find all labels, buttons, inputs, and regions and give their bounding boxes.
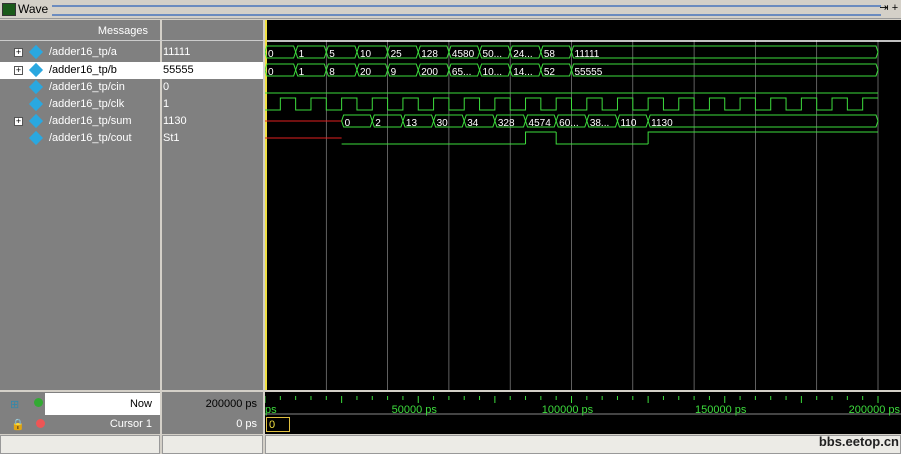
signal-value: 55555 bbox=[163, 64, 194, 76]
bus-value: 60... bbox=[559, 118, 578, 129]
signal-diamond-icon bbox=[28, 44, 44, 60]
bus-value: 1 bbox=[299, 49, 305, 60]
axis-label: 150000 ps bbox=[695, 404, 747, 416]
signal-value: 11111 bbox=[163, 46, 191, 58]
title-drag-handle[interactable] bbox=[52, 5, 881, 16]
values-scrollbar[interactable] bbox=[162, 435, 263, 454]
axis-label: 50000 ps bbox=[392, 404, 438, 416]
signal-name: /adder16_tp/cin bbox=[49, 81, 125, 93]
bus-value: 328 bbox=[498, 118, 515, 129]
signal-diamond-icon bbox=[28, 113, 44, 129]
signal-name: /adder16_tp/cout bbox=[49, 132, 132, 144]
bus-value: 1130 bbox=[651, 118, 673, 129]
signal-value: 1 bbox=[163, 98, 170, 110]
waveform-sum: 0 2 13 30 34 328 4574 60... 38... 110 1130 bbox=[265, 114, 879, 129]
bus-value: 34 bbox=[467, 118, 479, 129]
expand-icon[interactable]: + bbox=[14, 117, 23, 126]
bus-value: 128 bbox=[421, 49, 438, 60]
axis-label: 200000 ps bbox=[849, 404, 901, 416]
signal-row[interactable]: + /adder16_tp/sum 1130 bbox=[0, 113, 187, 130]
bus-value: 52 bbox=[544, 67, 556, 78]
signal-row[interactable]: /adder16_tp/clk 1 bbox=[0, 96, 169, 113]
bus-segment bbox=[570, 63, 879, 77]
wave-window-icon bbox=[2, 3, 16, 16]
signal-value: 1130 bbox=[163, 115, 187, 127]
add-icon[interactable]: ⊞ bbox=[10, 398, 19, 411]
signal-name: /adder16_tp/a bbox=[49, 46, 117, 58]
bus-value: 10 bbox=[360, 49, 372, 60]
signal-diamond-icon bbox=[28, 79, 44, 95]
bit-segment bbox=[555, 132, 649, 145]
footer-labels: ⊞ Now 200000 ps 🔒 Cursor 1 0 ps bbox=[0, 392, 263, 434]
expand-icon[interactable]: + bbox=[14, 66, 23, 75]
bus-value: 9 bbox=[391, 67, 397, 78]
messages-header: Messages bbox=[97, 25, 148, 37]
bus-value: 13 bbox=[406, 118, 418, 129]
cursor-label: Cursor 1 bbox=[109, 418, 152, 430]
signal-row[interactable]: /adder16_tp/cout St1 bbox=[0, 130, 180, 147]
watermark: bbs.eetop.cn bbox=[818, 434, 899, 449]
signal-name: /adder16_tp/clk bbox=[49, 98, 125, 110]
signal-name: /adder16_tp/sum bbox=[49, 115, 132, 127]
bus-value: 0 bbox=[268, 67, 274, 78]
undock-icon[interactable]: ⇥ bbox=[879, 3, 889, 14]
bus-segment bbox=[647, 114, 879, 128]
bus-value: 65... bbox=[452, 67, 471, 78]
expand-icon[interactable]: + bbox=[14, 48, 23, 57]
cursor-value: 0 ps bbox=[236, 418, 257, 430]
signal-row[interactable]: + /adder16_tp/a 11111 bbox=[0, 44, 190, 61]
bus-value: 2 bbox=[375, 118, 381, 129]
bus-value: 4580 bbox=[452, 49, 475, 60]
title-bar: Wave ⇥ + bbox=[0, 0, 901, 19]
signal-value: St1 bbox=[163, 132, 180, 144]
maximize-icon[interactable]: + bbox=[890, 3, 900, 14]
bus-value: 25 bbox=[391, 49, 403, 60]
cursor-marker[interactable]: 0 ps bbox=[266, 417, 290, 446]
signal-value: 0 bbox=[163, 81, 170, 93]
signal-diamond-icon bbox=[28, 130, 44, 146]
signal-diamond-icon bbox=[28, 62, 44, 78]
bit-segment bbox=[525, 131, 557, 144]
bus-value: 8 bbox=[329, 67, 335, 78]
now-label: Now bbox=[129, 398, 152, 410]
bus-value: 1 bbox=[299, 67, 305, 78]
signal-diamond-icon bbox=[28, 96, 44, 112]
delete-cursor-icon[interactable] bbox=[36, 419, 45, 428]
bus-value: 0 bbox=[268, 49, 274, 60]
bus-value: 24... bbox=[513, 49, 532, 60]
bus-value: 10... bbox=[483, 67, 502, 78]
now-value: 200000 ps bbox=[205, 398, 257, 410]
bus-value: 20 bbox=[360, 67, 372, 78]
bus-value: 30 bbox=[437, 118, 449, 129]
bus-value: 50... bbox=[483, 49, 502, 60]
bus-segment bbox=[570, 45, 879, 59]
signal-row[interactable]: + /adder16_tp/b 55555 bbox=[0, 62, 263, 79]
bus-value: 14... bbox=[513, 67, 532, 78]
lock-icon[interactable]: 🔒 bbox=[11, 418, 25, 431]
axis-label: 100000 ps bbox=[542, 404, 594, 416]
bus-value: 0 bbox=[345, 118, 351, 129]
clock-trace bbox=[265, 97, 878, 111]
bit-segment bbox=[647, 131, 878, 144]
axis-label: ps bbox=[265, 404, 277, 416]
bus-value: 11111 bbox=[575, 49, 600, 60]
insert-cursor-icon[interactable] bbox=[34, 398, 43, 407]
bus-value: 5 bbox=[329, 49, 335, 60]
names-scrollbar[interactable] bbox=[0, 435, 160, 454]
bus-value: 200 bbox=[421, 67, 438, 78]
waveform-clk bbox=[265, 97, 878, 111]
bus-value: 110 bbox=[620, 118, 636, 129]
signal-name: /adder16_tp/b bbox=[49, 64, 117, 76]
signal-row[interactable]: /adder16_tp/cin 0 bbox=[0, 79, 169, 96]
window-title: Wave bbox=[18, 2, 49, 16]
bus-value: 4574 bbox=[529, 118, 552, 129]
wave-scrollbar[interactable] bbox=[265, 435, 901, 454]
bus-value: 58 bbox=[544, 49, 556, 60]
waveform-canvas[interactable]: 0 1 5 10 25 128 4580 50... 24... 58 111110 1 8 20 9 200… bbox=[265, 20, 901, 390]
bus-value: 55555 bbox=[575, 67, 603, 78]
time-axis: ps 50000 ps 100000 ps 150000 ps 200000 ps bbox=[265, 392, 901, 434]
bus-value: 38... bbox=[590, 118, 609, 129]
